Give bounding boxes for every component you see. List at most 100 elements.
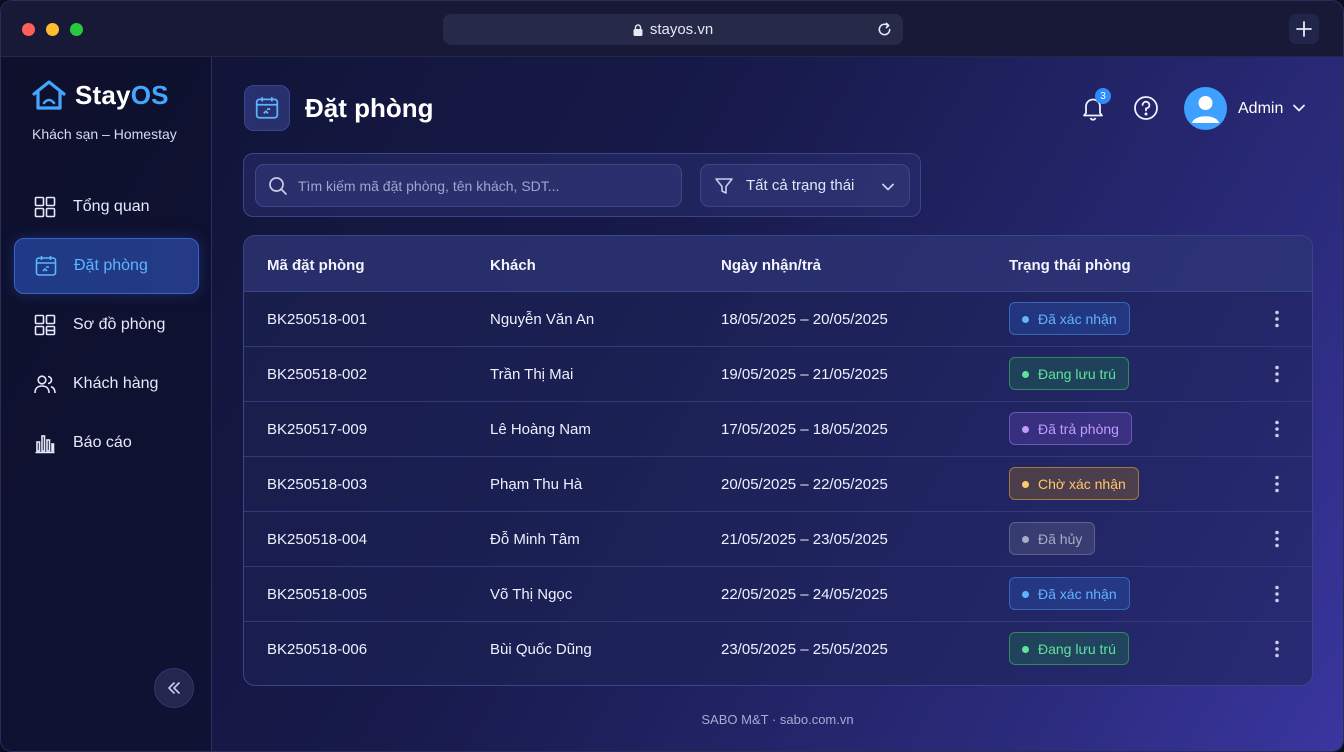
table-row[interactable]: BK250518-001 Nguyễn Văn An 18/05/2025 – …: [244, 292, 1312, 347]
app-window: stayos.vn StayOS Khách sạn – Homestay Tổ…: [0, 0, 1344, 752]
sidebar-nav: Tổng quan Đặt phòng Sơ đồ phòng Khách hà…: [14, 179, 199, 474]
table-row[interactable]: BK250518-005 Võ Thị Ngọc 22/05/2025 – 24…: [244, 567, 1312, 622]
status-badge: Đã hủy: [1009, 522, 1096, 555]
plus-icon: [1296, 21, 1312, 37]
calendar-icon: [35, 256, 57, 276]
stay-dates: 23/05/2025 – 25/05/2025: [721, 641, 888, 658]
search-icon: [269, 176, 287, 195]
table-header: Mã đặt phòng Khách Ngày nhận/trả Trạng t…: [244, 236, 1312, 292]
guest-name: Trần Thị Mai: [490, 366, 574, 383]
status-badge: Đang lưu trú: [1009, 357, 1129, 390]
bookings-table: Mã đặt phòng Khách Ngày nhận/trả Trạng t…: [243, 235, 1313, 686]
search-box[interactable]: [255, 164, 682, 207]
layout-icon: [34, 314, 56, 336]
filter-bar: Tất cả trạng thái: [243, 153, 921, 217]
page-title: Đặt phòng: [305, 93, 434, 123]
stay-dates: 20/05/2025 – 22/05/2025: [721, 476, 888, 493]
table-row[interactable]: BK250518-004 Đỗ Minh Tâm 21/05/2025 – 23…: [244, 512, 1312, 567]
booking-id: BK250518-006: [267, 641, 368, 658]
booking-id: BK250518-004: [267, 531, 368, 548]
house-icon: [32, 80, 66, 110]
status-badge: Đang lưu trú: [1009, 632, 1129, 665]
maximize-window-button[interactable]: [70, 23, 83, 36]
brand-name-part2: OS: [130, 79, 169, 110]
booking-id: BK250518-001: [267, 311, 368, 328]
stay-dates: 19/05/2025 – 21/05/2025: [721, 366, 888, 383]
stay-dates: 18/05/2025 – 20/05/2025: [721, 311, 888, 328]
table-row[interactable]: BK250518-002 Trần Thị Mai 19/05/2025 – 2…: [244, 347, 1312, 402]
column-header-status[interactable]: Trạng thái phòng: [1009, 257, 1131, 274]
booking-id: BK250518-002: [267, 366, 368, 383]
brand-name-part1: Stay: [75, 79, 131, 110]
stay-dates: 21/05/2025 – 23/05/2025: [721, 531, 888, 548]
column-header-guest[interactable]: Khách: [490, 257, 536, 274]
brand-name: StayOS: [75, 80, 169, 111]
lock-icon: [633, 23, 643, 36]
status-badge: Chờ xác nhận: [1009, 467, 1139, 500]
search-input[interactable]: [298, 177, 681, 194]
chevron-down-icon[interactable]: [1292, 103, 1306, 113]
collapse-sidebar-button[interactable]: [154, 668, 194, 708]
more-options-icon[interactable]: [1269, 529, 1285, 549]
reload-icon[interactable]: [876, 21, 893, 38]
more-options-icon[interactable]: [1269, 584, 1285, 604]
guest-name: Võ Thị Ngọc: [490, 586, 573, 603]
status-filter-value: Tất cả trạng thái: [746, 177, 855, 194]
column-header-booking-id[interactable]: Mã đặt phòng: [267, 257, 365, 274]
guest-name: Đỗ Minh Tâm: [490, 531, 580, 548]
guest-name: Bùi Quốc Dũng: [490, 641, 592, 658]
status-badge: Đã xác nhận: [1009, 302, 1130, 335]
brand-logo[interactable]: StayOS: [31, 79, 169, 111]
stay-dates: 22/05/2025 – 24/05/2025: [721, 586, 888, 603]
page-icon: [244, 85, 290, 131]
close-window-button[interactable]: [22, 23, 35, 36]
minimize-window-button[interactable]: [46, 23, 59, 36]
url-bar[interactable]: stayos.vn: [443, 14, 903, 45]
table-row[interactable]: BK250518-006 Bùi Quốc Dũng 23/05/2025 – …: [244, 622, 1312, 677]
sidebar-item-customers[interactable]: Khách hàng: [14, 356, 199, 412]
more-options-icon[interactable]: [1269, 474, 1285, 494]
booking-id: BK250518-005: [267, 586, 368, 603]
url-text: stayos.vn: [649, 21, 714, 38]
sidebar-item-label: Báo cáo: [73, 434, 132, 451]
footer-text: SABO M&T · sabo.com.vn: [701, 712, 854, 727]
chevron-down-icon: [882, 183, 894, 191]
brand-subtitle: Khách sạn – Homestay: [32, 126, 177, 142]
booking-id: BK250518-003: [267, 476, 368, 493]
guest-name: Phạm Thu Hà: [490, 476, 583, 493]
table-row[interactable]: BK250517-009 Lê Hoàng Nam 17/05/2025 – 1…: [244, 402, 1312, 457]
sidebar-item-reports[interactable]: Báo cáo: [14, 415, 199, 471]
more-options-icon[interactable]: [1269, 364, 1285, 384]
double-chevron-left-icon: [168, 682, 180, 694]
sidebar-item-overview[interactable]: Tổng quan: [14, 179, 199, 235]
status-badge: Đã xác nhận: [1009, 577, 1130, 610]
more-options-icon[interactable]: [1269, 639, 1285, 659]
user-name[interactable]: Admin: [1238, 100, 1283, 118]
more-options-icon[interactable]: [1269, 309, 1285, 329]
guest-name: Nguyễn Văn An: [490, 311, 595, 328]
status-filter-select[interactable]: Tất cả trạng thái: [700, 164, 910, 207]
sidebar: StayOS Khách sạn – Homestay Tổng quan Đặ…: [1, 57, 212, 751]
grid-icon: [34, 196, 56, 218]
browser-titlebar: stayos.vn: [1, 1, 1343, 57]
avatar[interactable]: [1184, 87, 1227, 130]
more-options-icon[interactable]: [1269, 419, 1285, 439]
filter-icon: [715, 177, 733, 194]
stay-dates: 17/05/2025 – 18/05/2025: [721, 421, 888, 438]
help-icon[interactable]: [1133, 95, 1159, 121]
notification-badge: 3: [1095, 88, 1111, 104]
table-row[interactable]: BK250518-003 Phạm Thu Hà 20/05/2025 – 22…: [244, 457, 1312, 512]
sidebar-item-room-map[interactable]: Sơ đồ phòng: [14, 297, 199, 353]
user-icon: [1192, 96, 1219, 123]
new-tab-button[interactable]: [1289, 14, 1319, 44]
booking-id: BK250517-009: [267, 421, 368, 438]
column-header-dates[interactable]: Ngày nhận/trả: [721, 257, 821, 274]
calendar-icon: [255, 97, 279, 119]
sidebar-item-label: Đặt phòng: [74, 257, 148, 274]
sidebar-item-bookings[interactable]: Đặt phòng: [14, 238, 199, 294]
users-icon: [34, 375, 56, 394]
sidebar-item-label: Tổng quan: [73, 198, 150, 215]
bar-chart-icon: [35, 435, 55, 454]
sidebar-item-label: Sơ đồ phòng: [73, 316, 166, 333]
status-badge: Đã trả phòng: [1009, 412, 1132, 445]
